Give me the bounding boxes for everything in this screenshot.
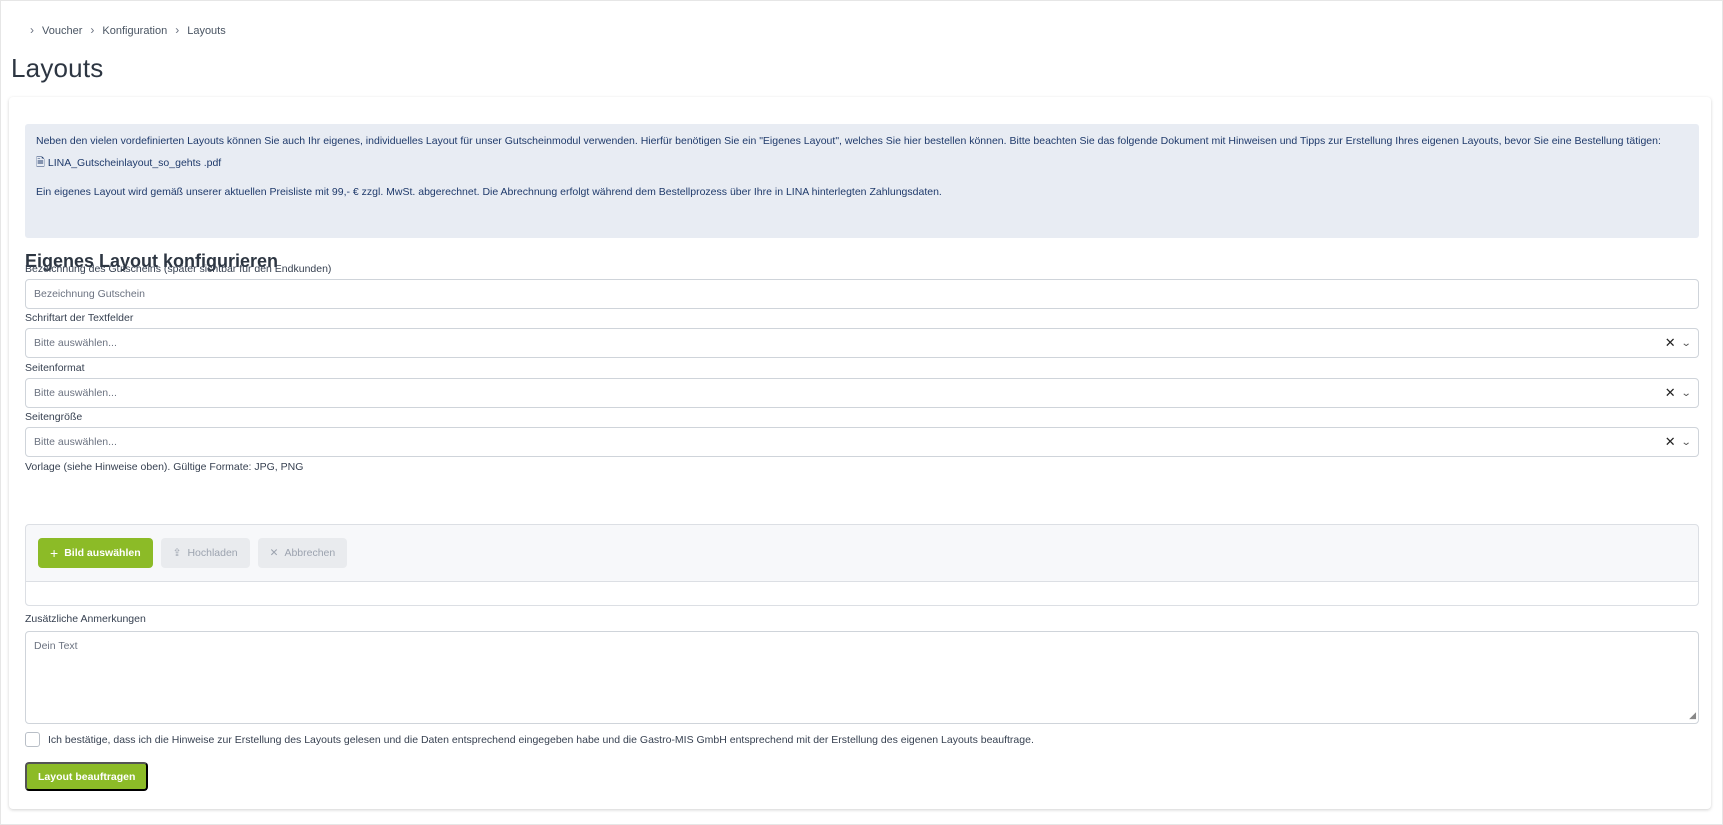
size-placeholder: Bitte auswählen... bbox=[34, 436, 117, 448]
info-box: Neben den vielen vordefinierten Layouts … bbox=[25, 124, 1699, 238]
cancel-upload-button[interactable]: ✕ Abbrechen bbox=[257, 538, 348, 568]
plus-icon: + bbox=[50, 545, 59, 561]
format-placeholder: Bitte auswählen... bbox=[34, 387, 117, 399]
chevron-down-icon[interactable]: ⌄ bbox=[1680, 437, 1691, 448]
close-icon: ✕ bbox=[269, 547, 279, 559]
upload-dropzone[interactable] bbox=[26, 582, 1698, 605]
resize-handle-icon[interactable]: ◢ bbox=[1689, 710, 1696, 721]
confirm-checkbox[interactable] bbox=[25, 732, 40, 747]
chevron-right-icon: › bbox=[90, 23, 95, 37]
name-label: Bezeichnung des Gutscheins (später sicht… bbox=[25, 263, 332, 275]
choose-image-button[interactable]: + Bild auswählen bbox=[38, 538, 153, 568]
notes-placeholder: Dein Text bbox=[34, 640, 78, 652]
voucher-name-placeholder: Bezeichnung Gutschein bbox=[34, 288, 145, 300]
size-label: Seitengröße bbox=[25, 411, 83, 423]
choose-image-label: Bild auswählen bbox=[64, 547, 141, 559]
notes-textarea[interactable]: Dein Text ◢ bbox=[25, 631, 1699, 724]
breadcrumb-layouts[interactable]: Layouts bbox=[187, 25, 226, 37]
confirm-text: Ich bestätige, dass ich die Hinweise zur… bbox=[48, 733, 1034, 746]
clear-icon[interactable]: ✕ bbox=[1665, 385, 1676, 401]
template-label: Vorlage (siehe Hinweise oben). Gültige F… bbox=[25, 461, 304, 473]
file-pdf-icon: 🗎 bbox=[36, 157, 45, 169]
upload-label: Hochladen bbox=[187, 547, 238, 559]
font-select[interactable]: Bitte auswählen... ✕ ⌄ bbox=[25, 328, 1699, 358]
font-label: Schriftart der Textfelder bbox=[25, 312, 134, 324]
pdf-name[interactable]: LINA_Gutscheinlayout_so_gehts .pdf bbox=[48, 155, 221, 171]
voucher-name-input[interactable]: Bezeichnung Gutschein bbox=[25, 279, 1699, 309]
page-title: Layouts bbox=[11, 53, 104, 83]
breadcrumb-konfiguration[interactable]: Konfiguration bbox=[102, 25, 167, 37]
chevron-right-icon: › bbox=[175, 23, 180, 37]
clear-icon[interactable]: ✕ bbox=[1665, 434, 1676, 450]
upload-icon: ⇪ bbox=[172, 547, 182, 559]
upload-toolbar: + Bild auswählen ⇪ Hochladen ✕ Abbrechen bbox=[26, 525, 1698, 582]
pdf-link[interactable]: 🗎 LINA_Gutscheinlayout_so_gehts .pdf bbox=[36, 155, 1688, 171]
clear-icon[interactable]: ✕ bbox=[1665, 335, 1676, 351]
cancel-label: Abbrechen bbox=[284, 547, 336, 559]
format-label: Seitenformat bbox=[25, 362, 85, 374]
page-size-select[interactable]: Bitte auswählen... ✕ ⌄ bbox=[25, 427, 1699, 457]
confirm-row: Ich bestätige, dass ich die Hinweise zur… bbox=[25, 732, 1034, 747]
notes-label: Zusätzliche Anmerkungen bbox=[25, 613, 146, 625]
submit-layout-button[interactable]: Layout beauftragen bbox=[25, 762, 149, 791]
file-upload: + Bild auswählen ⇪ Hochladen ✕ Abbrechen bbox=[25, 524, 1699, 606]
breadcrumb-voucher[interactable]: Voucher bbox=[42, 25, 82, 37]
breadcrumb: › Voucher › Konfiguration › Layouts bbox=[30, 23, 226, 38]
chevron-down-icon[interactable]: ⌄ bbox=[1680, 338, 1691, 349]
page-format-select[interactable]: Bitte auswählen... ✕ ⌄ bbox=[25, 378, 1699, 408]
font-placeholder: Bitte auswählen... bbox=[34, 337, 117, 349]
chevron-down-icon[interactable]: ⌄ bbox=[1680, 388, 1691, 399]
info-text: Neben den vielen vordefinierten Layouts … bbox=[36, 135, 1661, 147]
price-note: Ein eigenes Layout wird gemäß unserer ak… bbox=[36, 186, 942, 198]
upload-button[interactable]: ⇪ Hochladen bbox=[160, 538, 250, 568]
chevron-right-icon: › bbox=[30, 23, 34, 37]
